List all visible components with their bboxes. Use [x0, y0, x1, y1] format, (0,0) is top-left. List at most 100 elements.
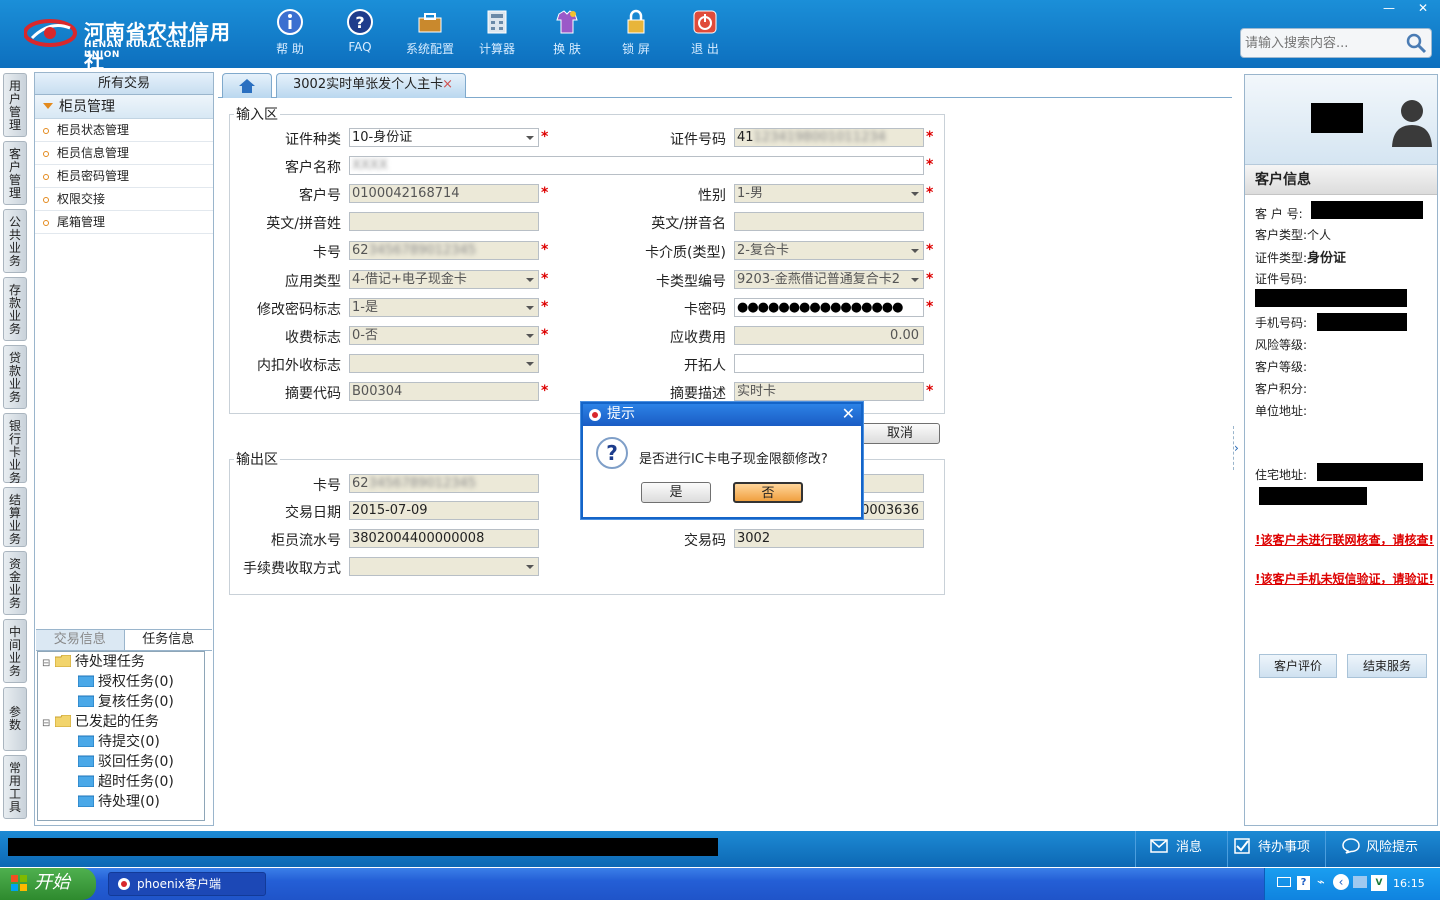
redacted-block [8, 838, 718, 856]
tab-3002[interactable]: 3002实时单张发个人主卡 × [276, 73, 466, 98]
app-type-select[interactable]: 4-借记+电子现金卡 [349, 270, 539, 289]
summary-desc-field[interactable]: 实时卡 [734, 382, 924, 401]
label-inner-outer: 内扣外收标志 [257, 358, 341, 374]
vtab-intermediary[interactable]: 中间业务 [3, 619, 27, 683]
keyboard-icon[interactable] [1277, 877, 1291, 887]
id-no-field[interactable]: 411234198001011234 [734, 128, 924, 147]
redacted-block [1311, 201, 1423, 219]
menu-tail-box[interactable]: 尾箱管理 [35, 211, 213, 234]
en-first-field[interactable] [734, 212, 924, 231]
card-type-no-select[interactable]: 9203-金燕借记普通复合卡2 [734, 270, 924, 289]
risk-alert-button[interactable]: 风险提示 [1325, 831, 1440, 867]
tree-review-task[interactable]: 复核任务(0) [38, 692, 204, 712]
help-tray-icon[interactable]: ? [1297, 876, 1310, 890]
card-medium-select[interactable]: 2-复合卡 [734, 241, 924, 260]
home-tab[interactable] [222, 73, 272, 98]
card-pwd-field[interactable]: ●●●●●●●●●●●●●●●● [734, 298, 924, 317]
vtab-user-mgmt[interactable]: 用户管理 [3, 73, 27, 137]
card-no-field[interactable]: 623456789012345 [349, 241, 539, 260]
tab-close-icon[interactable]: × [442, 74, 453, 96]
cancel-button[interactable]: 取消 [860, 423, 940, 444]
warning-verify-link[interactable]: !该客户未进行联网核查，请核查! [1255, 531, 1435, 549]
messages-button[interactable]: 消息 [1135, 831, 1227, 867]
help-button[interactable]: 帮 助 [260, 8, 320, 60]
gender-select[interactable]: 1-男 [734, 184, 924, 203]
vtab-customer-mgmt[interactable]: 客户管理 [3, 141, 27, 205]
trade-code-field[interactable]: 3002 [734, 529, 924, 548]
id-type-value: 身份证 [1307, 251, 1347, 266]
customer-evaluate-button[interactable]: 客户评价 [1259, 654, 1337, 678]
cust-no-field[interactable]: 0100042168714 [349, 184, 539, 203]
vtab-settlement[interactable]: 结算业务 [3, 487, 27, 547]
id-type-select[interactable]: 10-身份证 [349, 128, 539, 147]
dialog-no-button[interactable]: 否 [733, 482, 803, 503]
menu-teller-password[interactable]: 柜员密码管理 [35, 165, 213, 188]
inner-outer-select[interactable] [349, 354, 539, 373]
vtab-deposit[interactable]: 存款业务 [3, 277, 27, 341]
help-label: 帮 助 [276, 42, 304, 56]
pwd-flag-select[interactable]: 1-是 [349, 298, 539, 317]
tree-label: 超时任务(0) [98, 774, 174, 790]
ime-icon[interactable]: V [1371, 875, 1387, 891]
teller-serial-field[interactable]: 3802004400000008 [349, 529, 539, 548]
calculator-label: 计算器 [478, 42, 515, 56]
label-en-first: 英文/拼音名 [651, 216, 726, 232]
tree-to-submit[interactable]: 待提交(0) [38, 732, 204, 752]
vtab-tools[interactable]: 常用工具 [3, 755, 27, 819]
vtab-funds[interactable]: 资金业务 [3, 551, 27, 615]
checkbox-icon [1234, 838, 1250, 854]
back-icon[interactable]: ‹ [1333, 874, 1349, 890]
tree-to-process[interactable]: 待处理(0) [38, 792, 204, 812]
close-window-icon[interactable]: ✕ [1406, 0, 1440, 18]
minimize-icon[interactable]: — [1372, 0, 1406, 18]
developer-field[interactable] [734, 354, 924, 373]
cust-name-field[interactable]: XXXX [349, 156, 924, 175]
todo-button[interactable]: 待办事项 [1227, 831, 1325, 867]
expand-arrow-icon [43, 103, 53, 114]
menu-teller-info[interactable]: 柜员信息管理 [35, 142, 213, 165]
skin-button[interactable]: 换 肤 [537, 8, 597, 60]
exit-button[interactable]: 退 出 [675, 8, 735, 60]
vtab-loan[interactable]: 贷款业务 [3, 345, 27, 409]
redacted-block [1317, 313, 1407, 331]
system-config-button[interactable]: 系统配置 [400, 8, 460, 60]
redacted-text: 1234198001011234 [753, 130, 886, 145]
tree-initiated[interactable]: ⊟ 已发起的任务 [38, 712, 204, 732]
vtab-bank-card[interactable]: 银行卡业务 [3, 413, 27, 485]
menu-teller-status[interactable]: 柜员状态管理 [35, 119, 213, 142]
required-mark: * [541, 327, 549, 343]
dialog-yes-button[interactable]: 是 [641, 482, 711, 503]
teller-mgmt-group[interactable]: 柜员管理 [35, 95, 213, 119]
bullet-icon [43, 128, 49, 134]
network-icon[interactable]: ⌁ [1317, 875, 1325, 890]
tree-rejected[interactable]: 驳回任务(0) [38, 752, 204, 772]
out-card-no-field[interactable]: 623456789012345 [349, 474, 539, 493]
fee-mode-select[interactable] [349, 557, 539, 576]
faq-button[interactable]: ? FAQ [330, 8, 390, 60]
task-tabs: 交易信息 任务信息 [36, 629, 212, 651]
calculator-button[interactable]: 计算器 [467, 8, 527, 60]
fee-due-field[interactable]: 0.00 [734, 326, 924, 345]
tab-transaction-info[interactable]: 交易信息 [36, 630, 124, 650]
tree-auth-task[interactable]: 授权任务(0) [38, 672, 204, 692]
tab-task-info[interactable]: 任务信息 [123, 630, 212, 650]
monitor-icon[interactable] [1353, 876, 1367, 888]
summary-code-field[interactable]: B00304 [349, 382, 539, 401]
en-last-field[interactable] [349, 212, 539, 231]
lock-screen-button[interactable]: 锁 屏 [606, 8, 666, 60]
end-service-button[interactable]: 结束服务 [1347, 654, 1427, 678]
tree-timeout[interactable]: 超时任务(0) [38, 772, 204, 792]
collapse-right-panel-icon[interactable]: › [1233, 426, 1241, 470]
search-input[interactable] [1241, 29, 1401, 57]
start-button[interactable]: 开始 [0, 868, 96, 900]
warning-sms-link[interactable]: !该客户手机未短信验证，请验证! [1255, 570, 1435, 588]
search-icon[interactable] [1405, 32, 1427, 54]
vtab-params[interactable]: 参数 [3, 687, 27, 751]
vtab-public-business[interactable]: 公共业务 [3, 209, 27, 273]
trade-date-field[interactable]: 2015-07-09 [349, 501, 539, 520]
tree-pending[interactable]: ⊟ 待处理任务 [38, 652, 204, 672]
taskbar-app-phoenix[interactable]: phoenix客户端 [108, 872, 266, 896]
menu-permission-handover[interactable]: 权限交接 [35, 188, 213, 211]
fee-flag-select[interactable]: 0-否 [349, 326, 539, 345]
dialog-close-icon[interactable]: ✕ [842, 404, 855, 424]
